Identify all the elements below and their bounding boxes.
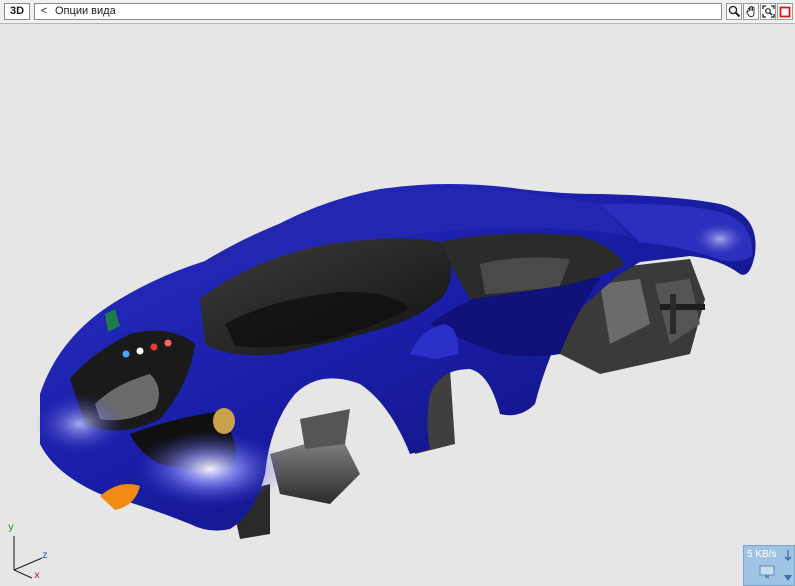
maximize-viewport-button[interactable] (777, 3, 793, 20)
indicator-light (150, 343, 158, 351)
headlight (213, 408, 235, 434)
body-highlight (692, 221, 748, 257)
3d-viewport[interactable]: y z x 5 KB/s (0, 24, 795, 586)
view-mode-button[interactable]: 3D (4, 3, 30, 20)
view-options-breadcrumb[interactable]: < Опции вида (34, 3, 722, 20)
maximize-viewport-icon (779, 6, 791, 18)
viewport-toolbar: 3D < Опции вида (0, 0, 795, 24)
axis-z-label: z (42, 551, 49, 562)
zoom-extents-button[interactable] (760, 3, 776, 20)
viewport-tools (726, 3, 793, 20)
axis-y-label: y (8, 523, 15, 534)
3d-viewer-window: 3D < Опции вида y z x 5 KB/s (0, 0, 795, 586)
pan-hand-icon (745, 5, 758, 18)
indicator-light (122, 350, 130, 358)
axis-x-label: x (34, 571, 41, 582)
zoom-button[interactable] (726, 3, 742, 20)
indicator-light (164, 339, 172, 347)
network-speed-widget[interactable]: 5 KB/s (743, 545, 795, 586)
back-button[interactable]: < (35, 4, 51, 19)
view-options-label: Опции вида (55, 5, 116, 17)
car-model-render[interactable] (0, 24, 795, 586)
pan-button[interactable] (743, 3, 759, 20)
axis-gizmo: y z x (4, 522, 52, 582)
body-highlight (35, 394, 125, 454)
zoom-extents-icon (761, 5, 775, 18)
zoom-icon (728, 5, 741, 18)
indicator-light (136, 347, 144, 355)
network-speed-text: 5 KB/s (747, 549, 777, 560)
body-highlight (135, 431, 285, 507)
